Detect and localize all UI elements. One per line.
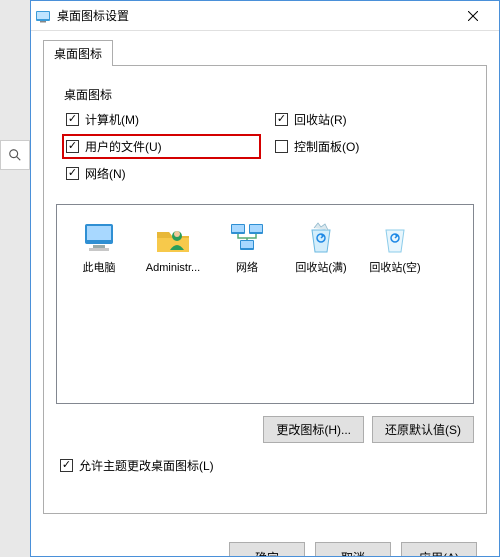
checkbox-label: 允许主题更改桌面图标(L) (79, 457, 214, 474)
checkbox-control-panel[interactable]: 控制面板(O) (275, 138, 464, 155)
group-desktop-icons: 桌面图标 计算机(M) 回收站(R) 用户的文件(U) (56, 76, 474, 194)
window-icon (35, 8, 51, 24)
checkbox-network[interactable]: 网络(N) (66, 165, 255, 182)
icon-item-user[interactable]: Administr... (137, 215, 209, 275)
restore-defaults-button[interactable]: 还原默认值(S) (372, 416, 474, 443)
checkbox-recycle-bin[interactable]: 回收站(R) (275, 111, 464, 128)
icon-item-this-pc[interactable]: 此电脑 (63, 215, 135, 275)
user-folder-icon (137, 215, 209, 261)
icon-button-row: 更改图标(H)... 还原默认值(S) (56, 416, 474, 443)
recycle-empty-icon (359, 215, 431, 261)
icon-preview-list[interactable]: 此电脑 Administr... 网络 (56, 204, 474, 404)
dialog-footer: 确定 取消 应用(A) (43, 514, 487, 556)
close-button[interactable] (451, 2, 495, 30)
icon-label: Administr... (137, 261, 209, 275)
tab-desktop-icons[interactable]: 桌面图标 (43, 40, 113, 66)
change-icon-button[interactable]: 更改图标(H)... (263, 416, 364, 443)
checkbox-label: 控制面板(O) (294, 138, 359, 155)
icon-item-network[interactable]: 网络 (211, 215, 283, 275)
icon-label: 此电脑 (63, 261, 135, 275)
checkbox-allow-themes[interactable]: 允许主题更改桌面图标(L) (60, 457, 474, 474)
search-icon (8, 148, 22, 162)
icon-label: 回收站(空) (359, 261, 431, 275)
cancel-button[interactable]: 取消 (315, 542, 391, 556)
checkbox-icon (66, 140, 79, 153)
checkbox-label: 网络(N) (85, 165, 126, 182)
icon-item-recycle-full[interactable]: 回收站(满) (285, 215, 357, 275)
highlight-user-files: 用户的文件(U) (62, 134, 261, 159)
icon-label: 回收站(满) (285, 261, 357, 275)
icon-label: 网络 (211, 261, 283, 275)
checkbox-label: 回收站(R) (294, 111, 347, 128)
apply-button[interactable]: 应用(A) (401, 542, 477, 556)
close-icon (468, 11, 478, 21)
dialog-body: 桌面图标 桌面图标 计算机(M) 回收站(R) (31, 31, 499, 556)
checkbox-label: 计算机(M) (85, 111, 139, 128)
checkbox-icon (66, 113, 79, 126)
background-search-box (0, 140, 30, 170)
window-title: 桌面图标设置 (57, 7, 451, 24)
computer-icon (63, 215, 135, 261)
checkbox-grid: 计算机(M) 回收站(R) 用户的文件(U) 控制面 (64, 107, 466, 186)
checkbox-icon (60, 459, 73, 472)
checkbox-icon (275, 113, 288, 126)
group-title: 桌面图标 (64, 86, 466, 103)
checkbox-icon (275, 140, 288, 153)
checkbox-user-files[interactable]: 用户的文件(U) (66, 138, 255, 155)
tab-strip: 桌面图标 (43, 39, 487, 65)
checkbox-computer[interactable]: 计算机(M) (66, 111, 255, 128)
tab-panel: 桌面图标 计算机(M) 回收站(R) 用户的文件(U) (43, 65, 487, 514)
recycle-full-icon (285, 215, 357, 261)
icon-item-recycle-empty[interactable]: 回收站(空) (359, 215, 431, 275)
dialog-window: 桌面图标设置 桌面图标 桌面图标 计算机(M) 回收站(R) (30, 0, 500, 557)
checkbox-icon (66, 167, 79, 180)
checkbox-label: 用户的文件(U) (85, 138, 162, 155)
titlebar: 桌面图标设置 (31, 1, 499, 31)
ok-button[interactable]: 确定 (229, 542, 305, 556)
network-icon (211, 215, 283, 261)
